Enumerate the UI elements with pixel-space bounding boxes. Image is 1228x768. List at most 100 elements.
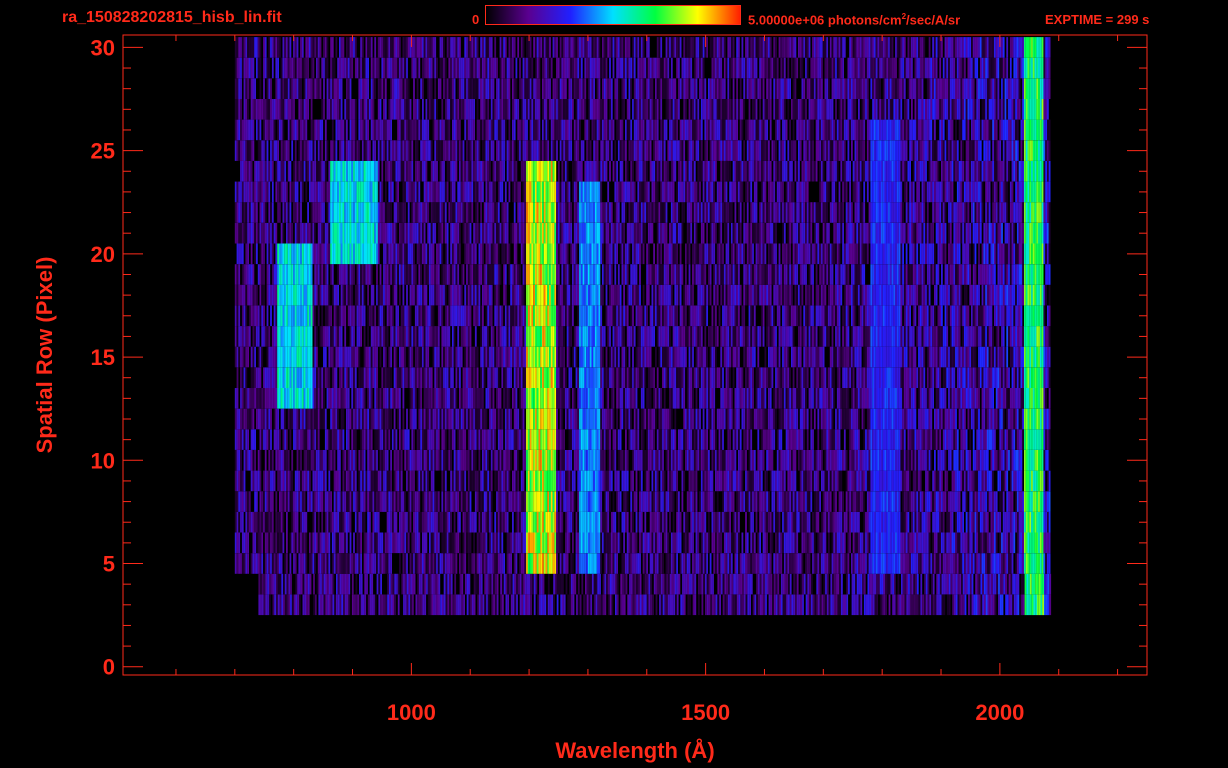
- heatmap-cell: [646, 450, 648, 471]
- heatmap-cell: [347, 429, 350, 450]
- heatmap-cell: [1011, 429, 1014, 450]
- heatmap-cell: [284, 470, 287, 492]
- heatmap-cell: [612, 429, 615, 450]
- heatmap-cell: [836, 511, 839, 533]
- heatmap-cell: [399, 532, 401, 554]
- heatmap-cell: [367, 532, 369, 554]
- heatmap-cell: [504, 450, 507, 471]
- heatmap-cell: [706, 388, 708, 409]
- heatmap-cell: [298, 367, 301, 388]
- heatmap-cell: [300, 450, 302, 471]
- heatmap-cell: [999, 408, 1002, 430]
- heatmap-cell: [467, 367, 470, 388]
- heatmap-cell: [935, 511, 938, 533]
- heatmap-cell: [1036, 470, 1039, 492]
- heatmap-cell: [593, 532, 595, 554]
- heatmap-cell: [956, 532, 959, 554]
- heatmap-cell: [1029, 553, 1032, 574]
- heatmap-cell: [662, 553, 664, 574]
- heatmap-cell: [873, 532, 876, 554]
- heatmap-cell: [1038, 367, 1040, 388]
- heatmap-cell: [607, 491, 610, 512]
- heatmap-cell: [858, 470, 860, 492]
- heatmap-cell: [976, 553, 979, 574]
- heatmap-cell: [310, 388, 313, 409]
- heatmap-cell: [925, 511, 927, 533]
- heatmap-cell: [739, 491, 742, 512]
- heatmap-cell: [471, 470, 474, 492]
- heatmap-cell: [842, 511, 844, 533]
- heatmap-cell: [501, 491, 504, 512]
- heatmap-cell: [494, 408, 497, 430]
- heatmap-cell: [711, 429, 714, 450]
- heatmap-cell: [310, 450, 313, 471]
- heatmap-cell: [747, 594, 750, 616]
- heatmap-cell: [293, 532, 295, 554]
- heatmap-cell: [563, 470, 565, 492]
- heatmap-cell: [410, 594, 412, 616]
- heatmap-cell: [250, 429, 253, 450]
- heatmap-cell: [1045, 573, 1048, 595]
- heatmap-cell: [1018, 429, 1021, 450]
- heatmap-cell: [972, 388, 975, 409]
- heatmap-cell: [527, 532, 530, 554]
- heatmap-cell: [971, 532, 973, 554]
- heatmap-cell: [964, 532, 966, 554]
- heatmap-cell: [870, 408, 873, 430]
- heatmap-cell: [580, 408, 583, 430]
- heatmap-cell: [911, 367, 913, 388]
- heatmap-cell: [543, 367, 546, 388]
- heatmap-cell: [425, 408, 428, 430]
- heatmap-cell: [539, 573, 541, 595]
- heatmap-cell: [434, 594, 437, 616]
- heatmap-cell: [882, 367, 885, 388]
- heatmap-cell: [423, 511, 426, 533]
- heatmap-cell: [446, 346, 449, 368]
- heatmap-cell: [805, 367, 807, 388]
- heatmap-cell: [647, 450, 650, 471]
- heatmap-cell: [266, 511, 269, 533]
- heatmap-cell: [549, 408, 551, 430]
- heatmap-cell: [706, 491, 708, 512]
- heatmap-cell: [376, 450, 378, 471]
- heatmap-cell: [738, 573, 741, 595]
- heatmap-cell: [739, 450, 742, 471]
- heatmap-cell: [540, 594, 543, 616]
- heatmap-cell: [281, 594, 284, 616]
- heatmap-cell: [985, 532, 987, 554]
- heatmap-cell: [593, 511, 595, 533]
- heatmap-cell: [517, 429, 520, 450]
- heatmap-cell: [549, 429, 551, 450]
- heatmap-cell: [626, 553, 629, 574]
- heatmap-cell: [586, 553, 588, 574]
- heatmap-cell: [482, 408, 484, 430]
- heatmap-cell: [824, 470, 827, 492]
- heatmap-cell: [429, 573, 432, 595]
- heatmap-cell: [685, 532, 687, 554]
- heatmap-cell: [682, 594, 684, 616]
- heatmap-cell: [381, 367, 384, 388]
- heatmap-cell: [984, 573, 986, 595]
- heatmap-cell: [302, 573, 305, 595]
- heatmap-cell: [275, 491, 278, 512]
- heatmap-cell: [429, 367, 431, 388]
- heatmap-cell: [644, 470, 647, 492]
- heatmap-cell: [934, 408, 936, 430]
- heatmap-cell: [813, 367, 816, 388]
- heatmap-cell: [658, 388, 661, 409]
- heatmap-cell: [743, 388, 746, 409]
- heatmap-cell: [817, 553, 820, 574]
- heatmap-cell: [466, 491, 468, 512]
- heatmap-cell: [330, 573, 333, 595]
- heatmap-cell: [263, 367, 265, 388]
- heatmap-cell: [407, 346, 410, 368]
- heatmap-cell: [441, 532, 444, 554]
- heatmap-cell: [628, 367, 631, 388]
- heatmap-cell: [418, 367, 421, 388]
- heatmap-cell: [346, 470, 348, 492]
- heatmap-cell: [760, 491, 763, 512]
- heatmap-cell: [399, 408, 401, 430]
- heatmap-cell: [508, 429, 511, 450]
- heatmap-cell: [870, 388, 873, 409]
- heatmap-cell: [307, 573, 310, 595]
